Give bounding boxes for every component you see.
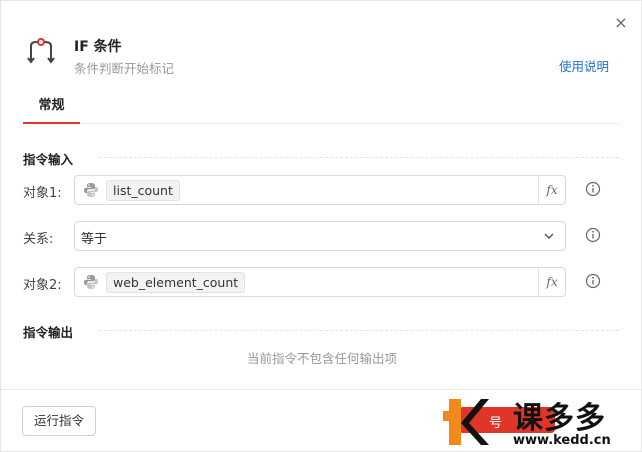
object2-label: 对象2:	[23, 278, 62, 293]
object2-value-chip: web_element_count	[106, 272, 246, 293]
watermark-brand: 课多多	[513, 401, 606, 436]
fx-button[interactable]: fx	[538, 268, 565, 296]
python-icon	[84, 183, 98, 197]
empty-output-text: 当前指令不包含任何输出项	[246, 351, 397, 366]
object1-label: 对象1:	[23, 186, 62, 201]
object1-value-chip: list_count	[106, 180, 180, 201]
tab-general[interactable]: 常规	[23, 93, 80, 124]
chevron-down-icon	[544, 233, 554, 239]
run-command-button[interactable]: 运行指令	[22, 406, 96, 436]
branch-icon	[27, 38, 55, 64]
output-section-title: 指令输出	[23, 325, 74, 340]
info-icon[interactable]	[585, 227, 601, 243]
info-icon[interactable]	[585, 181, 601, 197]
python-icon	[84, 275, 98, 289]
tab-bar: 常规	[23, 93, 619, 124]
dialog-subtitle: 条件判断开始标记	[74, 61, 175, 76]
relation-value: 等于	[81, 232, 108, 247]
watermark-url: www.kedd.cn	[513, 433, 611, 448]
info-icon[interactable]	[585, 273, 601, 289]
if-condition-dialog: × IF 条件 条件判断开始标记 使用说明 常规 指令输入 对象1: list_…	[0, 0, 642, 452]
dialog-title: IF 条件	[74, 39, 122, 55]
fx-button[interactable]: fx	[538, 176, 565, 204]
object1-field[interactable]: list_count fx	[74, 175, 566, 205]
watermark-overlay-text: 号	[489, 416, 503, 431]
help-link[interactable]: 使用说明	[559, 56, 609, 75]
input-section-title: 指令输入	[23, 152, 74, 167]
section-divider	[99, 330, 619, 331]
relation-select[interactable]: 等于	[74, 221, 566, 251]
section-divider	[99, 157, 619, 158]
watermark: 号 课多多 www.kedd.cn	[421, 393, 642, 452]
close-icon[interactable]: ×	[612, 14, 630, 32]
object2-field[interactable]: web_element_count fx	[74, 267, 566, 297]
kedd-logo-icon	[443, 399, 489, 445]
relation-label: 关系:	[23, 232, 54, 247]
